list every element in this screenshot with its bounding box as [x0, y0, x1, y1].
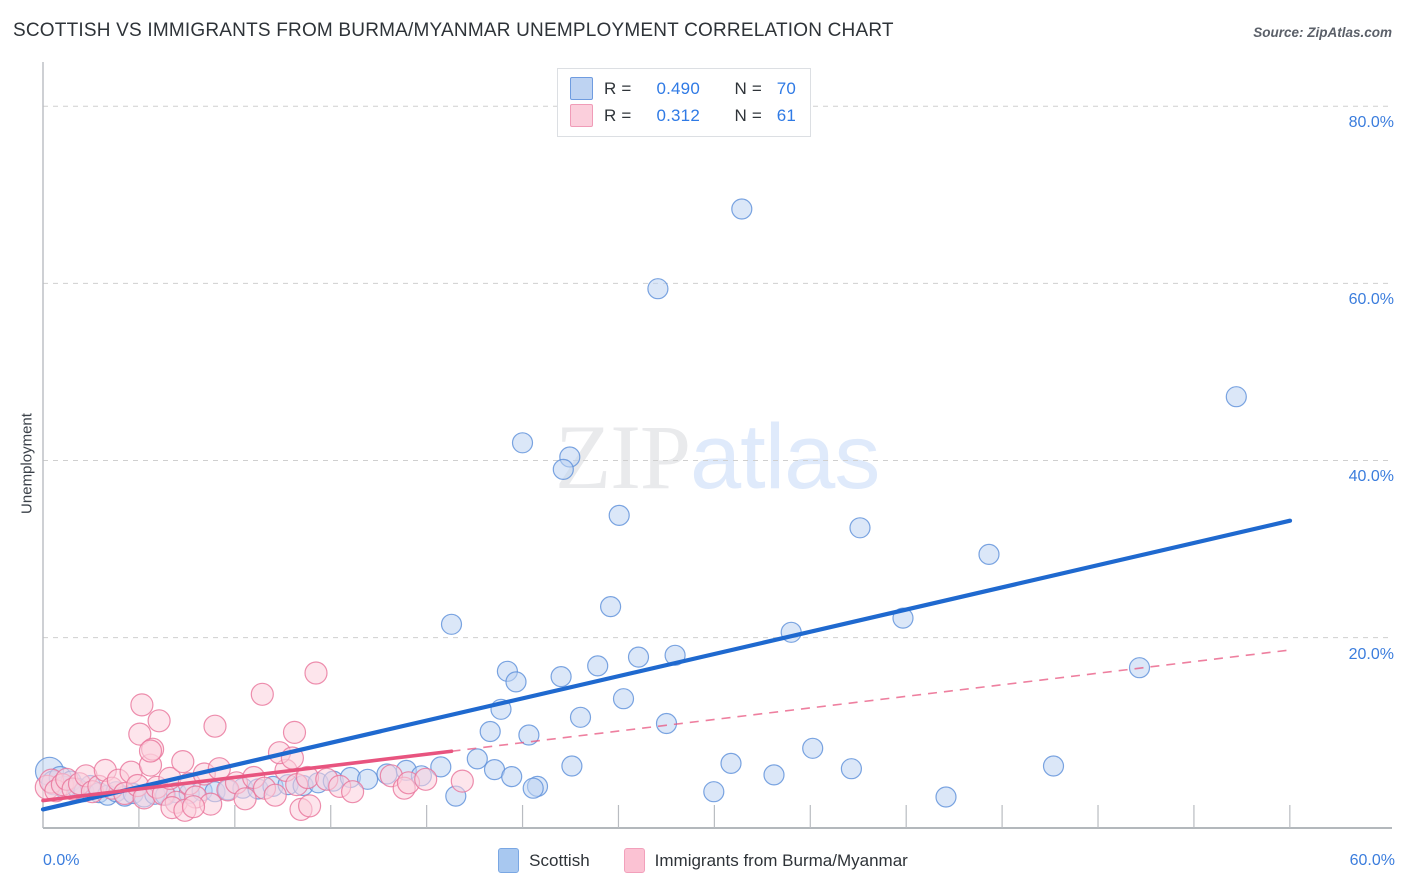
data-point	[561, 755, 583, 777]
data-point	[282, 720, 307, 745]
series-legend: Scottish Immigrants from Burma/Myanmar	[0, 848, 1406, 873]
data-point	[511, 432, 534, 454]
gridlines	[43, 105, 1392, 639]
data-point	[501, 765, 523, 788]
data-point	[522, 777, 544, 799]
r-label-burma: R =	[604, 105, 632, 125]
data-point	[587, 655, 609, 677]
data-point	[233, 787, 257, 811]
data-point	[263, 783, 287, 807]
data-point	[1225, 386, 1247, 408]
data-point	[763, 764, 785, 786]
data-point	[479, 720, 501, 743]
data-point	[569, 706, 592, 728]
chart-page: SCOTTISH VS IMMIGRANTS FROM BURMA/MYANMA…	[0, 0, 1406, 892]
series-swatch-scottish	[498, 848, 520, 873]
data-point	[978, 543, 1000, 566]
data-point	[450, 769, 474, 793]
data-point	[466, 748, 488, 770]
stats-text-scottish: R = 0.490 N = 70	[604, 79, 796, 99]
data-point	[138, 739, 163, 763]
data-point	[304, 661, 328, 685]
data-point	[505, 671, 527, 693]
data-point	[612, 688, 635, 710]
series-legend-item-burma[interactable]: Immigrants from Burma/Myanmar	[623, 848, 908, 873]
data-point	[171, 749, 195, 774]
series-swatch-burma	[623, 848, 645, 873]
stats-row-scottish: R = 0.490 N = 70	[570, 75, 796, 102]
data-point	[414, 767, 438, 791]
data-point	[647, 278, 669, 300]
stats-row-burma: R = 0.312 N = 61	[570, 102, 796, 129]
data-point	[341, 780, 365, 804]
y-axis-tick-label: 80.0%	[1348, 114, 1394, 132]
r-label-scottish: R =	[604, 78, 632, 98]
r-value-scottish: 0.490	[656, 78, 700, 98]
series-label-scottish: Scottish	[529, 850, 590, 870]
legend-swatch-scottish	[570, 77, 593, 100]
series-label-burma: Immigrants from Burma/Myanmar	[654, 850, 908, 870]
y-axis-tick-label: 20.0%	[1348, 645, 1394, 663]
data-point	[599, 595, 622, 618]
trendline-burma-dashed	[451, 649, 1291, 753]
n-label-burma: N =	[734, 105, 762, 125]
data-point	[440, 613, 463, 635]
data-point	[1042, 755, 1065, 777]
data-point	[840, 758, 863, 780]
data-point	[627, 646, 650, 668]
data-point	[849, 517, 871, 539]
data-point	[731, 198, 753, 220]
data-point	[552, 458, 574, 480]
y-axis-tick-label: 40.0%	[1348, 468, 1394, 486]
n-label-scottish: N =	[734, 78, 762, 98]
legend-swatch-burma	[570, 104, 593, 127]
x-axis-ticks	[42, 805, 1291, 828]
data-point	[203, 714, 227, 738]
data-point	[147, 709, 171, 733]
y-axis-tick-label: 60.0%	[1348, 291, 1394, 309]
n-value-burma: 61	[776, 105, 796, 125]
data-point	[250, 682, 274, 706]
n-value-scottish: 70	[776, 78, 796, 98]
data-point	[608, 504, 630, 527]
data-point	[802, 737, 824, 759]
trendline-scottish	[40, 518, 1293, 812]
stats-text-burma: R = 0.312 N = 61	[604, 106, 796, 126]
data-point	[181, 795, 206, 819]
data-point	[298, 794, 322, 818]
data-point	[130, 693, 154, 717]
series-legend-item-scottish[interactable]: Scottish	[498, 848, 590, 873]
data-point	[655, 712, 678, 735]
data-point	[935, 786, 957, 808]
data-point	[550, 665, 572, 688]
data-point	[720, 752, 742, 775]
r-value-burma: 0.312	[656, 105, 700, 125]
correlation-stats-legend: R = 0.490 N = 70 R = 0.312 N = 61	[557, 68, 811, 137]
y-axis-title: Unemployment	[18, 413, 36, 514]
data-point	[703, 781, 725, 803]
